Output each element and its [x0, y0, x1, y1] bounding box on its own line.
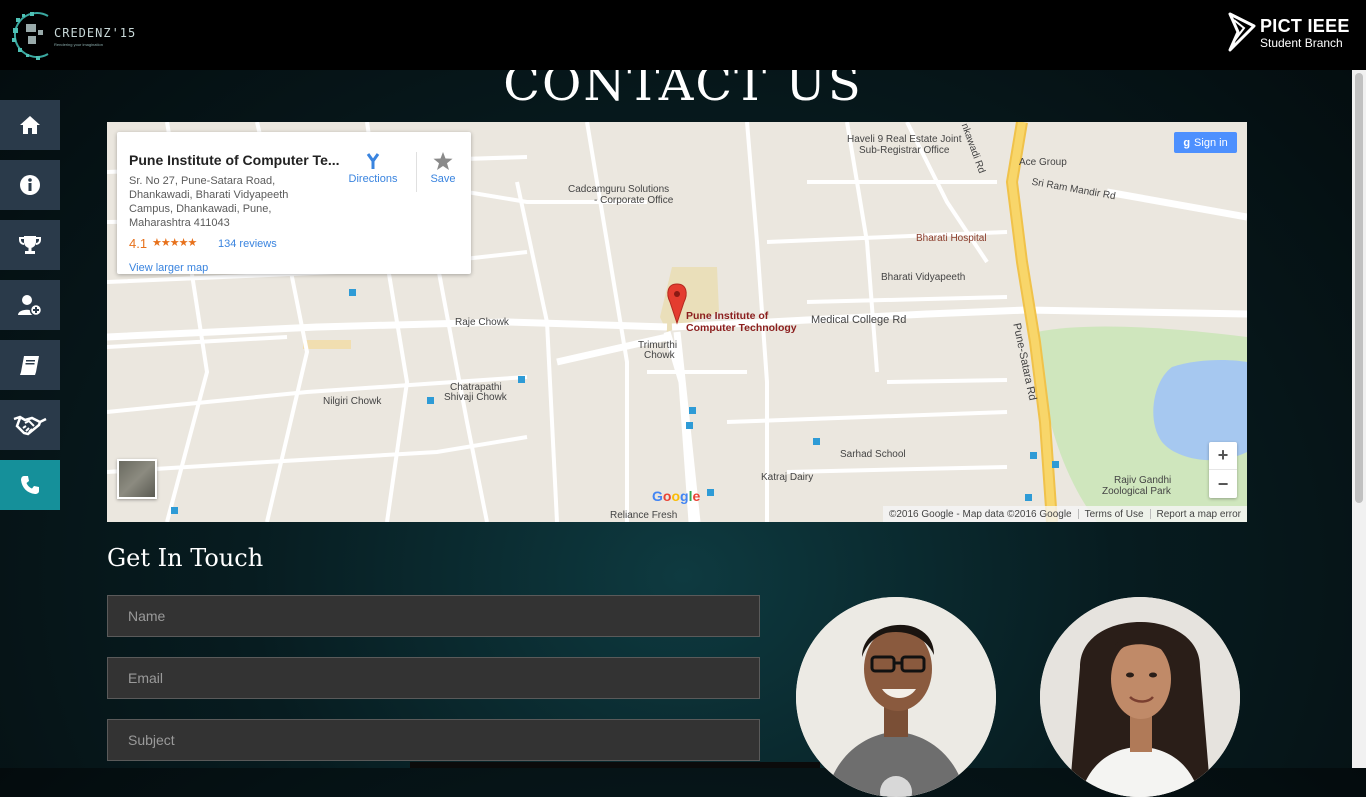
- map-copyright: ©2016 Google - Map data ©2016 Google: [888, 508, 1072, 520]
- map-label-raje-chowk: Raje Chowk: [455, 317, 509, 328]
- name-field[interactable]: [107, 595, 760, 637]
- star-icon: [433, 152, 453, 170]
- google-plus-icon: g: [1183, 136, 1191, 149]
- trophy-icon: [19, 236, 41, 254]
- user-add-icon: [18, 295, 43, 317]
- avatar: [796, 597, 996, 797]
- credenz-logo-tagline: Rendering your imagination: [54, 42, 103, 47]
- avatar: [1040, 597, 1240, 797]
- sidebar-item-contact[interactable]: [0, 460, 60, 510]
- sidebar-item-sponsors[interactable]: [0, 400, 60, 450]
- map-label-pict-2: Computer Technology: [686, 322, 797, 334]
- map-label-chatrapathi-2: Shivaji Chowk: [444, 392, 507, 403]
- save-label: Save: [430, 173, 456, 185]
- terms-link[interactable]: Terms of Use: [1085, 509, 1144, 520]
- email-field[interactable]: [107, 657, 760, 699]
- credenz-logo-text: CREDENZ'15: [54, 26, 137, 40]
- google-map[interactable]: Haveli 9 Real Estate Joint Sub-Registrar…: [107, 122, 1247, 522]
- map-footer: ©2016 Google - Map data ©2016 Google Ter…: [882, 506, 1247, 522]
- map-label-haveli-2: Sub-Registrar Office: [859, 145, 950, 156]
- map-label-rajiv-1: Rajiv Gandhi: [1114, 475, 1172, 486]
- map-label-katraj: Katraj Dairy: [761, 472, 814, 483]
- map-label-trimurthi-2: Chowk: [644, 350, 675, 361]
- directions-button[interactable]: Directions: [346, 152, 400, 185]
- phone-icon: [21, 476, 39, 494]
- map-label-bharati-vidyapeeth: Bharati Vidyapeeth: [881, 272, 966, 283]
- sidebar-item-home[interactable]: [0, 100, 60, 150]
- pict-ieee-logo-mark: [1228, 12, 1256, 52]
- scrollbar-thumb[interactable]: [1355, 73, 1363, 503]
- sidebar-nav: [0, 100, 60, 520]
- card-divider: [416, 152, 417, 192]
- place-name: Pune Institute of Computer Te...: [129, 152, 340, 168]
- map-label-pict-1: Pune Institute of: [686, 310, 769, 322]
- bottom-strip: [410, 762, 820, 768]
- map-label-sarhad: Sarhad School: [840, 449, 906, 460]
- map-label-rajiv-2: Zoological Park: [1102, 486, 1171, 497]
- handshake-icon: [13, 415, 47, 436]
- top-bar: CREDENZ'15 Rendering your imagination PI…: [0, 0, 1366, 70]
- map-label-bharati-hospital: Bharati Hospital: [916, 233, 987, 244]
- credenz-logo-mark: [12, 12, 49, 60]
- place-address: Sr. No 27, Pune-Satara Road, Dhankawadi,…: [129, 175, 289, 229]
- contact-photo-2: [1040, 597, 1240, 797]
- map-label-nilgiri: Nilgiri Chowk: [323, 396, 382, 407]
- view-larger-map-link[interactable]: View larger map: [129, 262, 208, 274]
- book-icon: [20, 356, 39, 375]
- pict-ieee-subtitle: Student Branch: [1260, 36, 1343, 50]
- home-icon: [20, 116, 40, 134]
- zoom-out-button[interactable]: −: [1209, 470, 1237, 498]
- map-label-reliance: Reliance Fresh: [610, 510, 678, 521]
- sidebar-item-register[interactable]: [0, 280, 60, 330]
- zoom-control: + −: [1209, 442, 1237, 498]
- map-label-cadcam: Cadcamguru Solutions: [568, 184, 670, 195]
- reviews-link[interactable]: 134 reviews: [218, 238, 277, 250]
- report-error-link[interactable]: Report a map error: [1157, 509, 1241, 520]
- page-scrollbar[interactable]: [1352, 70, 1366, 768]
- info-icon: [20, 175, 40, 195]
- contact-photo-1: [796, 597, 996, 797]
- pict-ieee-title: PICT IEEE: [1260, 16, 1350, 36]
- sign-in-button[interactable]: g Sign in: [1174, 132, 1237, 153]
- place-rating: 4.1: [129, 236, 148, 251]
- get-in-touch-heading: Get In Touch: [107, 544, 264, 572]
- place-info-card: Pune Institute of Computer Te... Sr. No …: [117, 132, 471, 274]
- sidebar-item-about[interactable]: [0, 160, 60, 210]
- map-label-cadcam-2: - Corporate Office: [594, 195, 674, 206]
- zoom-in-button[interactable]: +: [1209, 442, 1237, 470]
- map-label-ace: Ace Group: [1019, 157, 1067, 168]
- sidebar-item-publications[interactable]: [0, 340, 60, 390]
- pict-ieee-logo[interactable]: PICT IEEE Student Branch: [1226, 12, 1356, 52]
- google-logo: Google: [652, 488, 701, 504]
- sign-in-label: Sign in: [1194, 136, 1228, 149]
- credenz-logo[interactable]: CREDENZ'15 Rendering your imagination: [8, 4, 135, 66]
- save-button[interactable]: Save: [425, 152, 461, 185]
- footer-divider: [1077, 509, 1079, 519]
- directions-icon: [366, 153, 380, 169]
- map-label-haveli: Haveli 9 Real Estate Joint: [847, 134, 962, 145]
- satellite-toggle[interactable]: [117, 459, 157, 499]
- map-label-medical-college: Medical College Rd: [811, 314, 907, 326]
- directions-label: Directions: [348, 173, 398, 185]
- footer-divider: [1149, 509, 1151, 519]
- subject-field[interactable]: [107, 719, 760, 761]
- sidebar-item-events[interactable]: [0, 220, 60, 270]
- rating-stars-icon: ★★★★★: [152, 237, 197, 249]
